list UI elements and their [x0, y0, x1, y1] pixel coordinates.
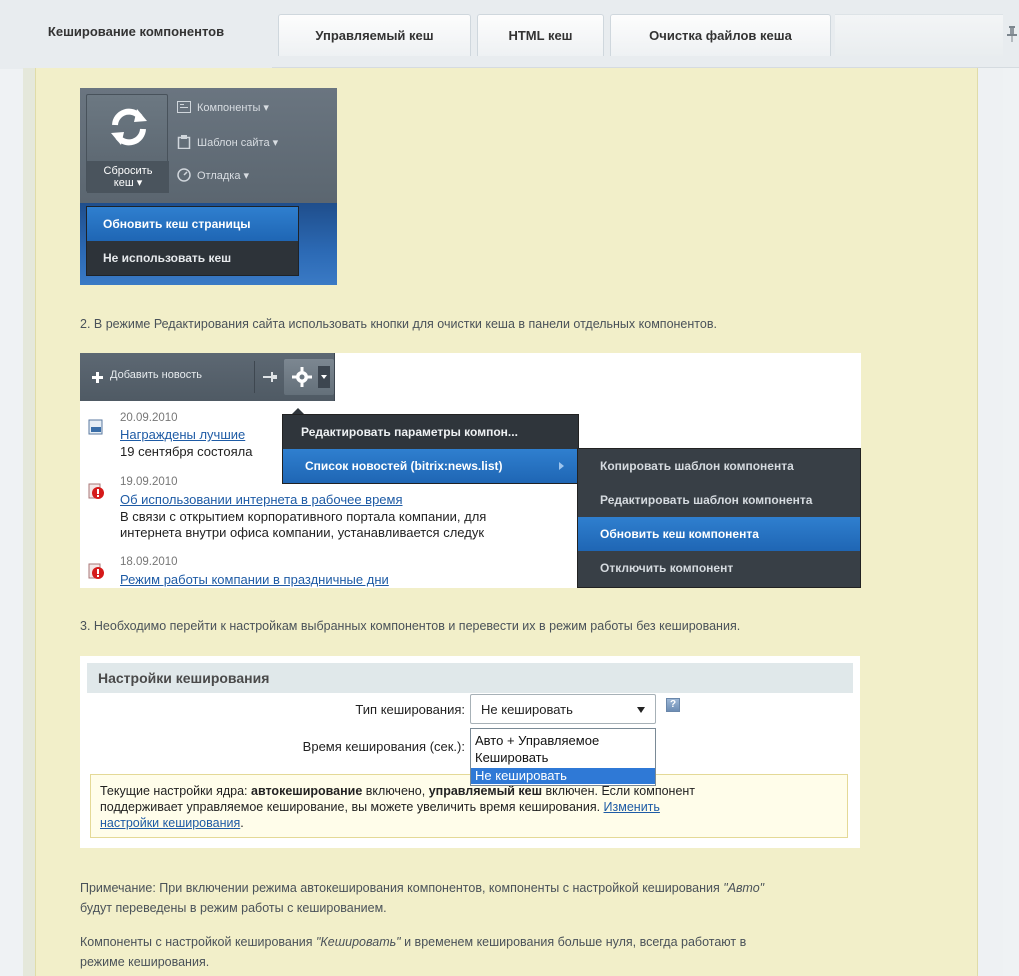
tab-managed-cache[interactable]: Управляемый кеш — [278, 14, 471, 56]
components-menu[interactable]: Компоненты ▾ — [197, 101, 269, 114]
component-panel-screenshot: Добавить новость 20.09.2010 Награждены л… — [80, 353, 861, 588]
news-list-item[interactable]: Список новостей (bitrix:news.list) — [283, 449, 578, 483]
site-template-menu[interactable]: Шаблон сайта ▾ — [197, 136, 278, 149]
tab-bar: Кеширование компонентов Управляемый кеш … — [0, 0, 1019, 69]
news-preview: интернета внутри офиса компании, устанав… — [120, 525, 485, 540]
template-icon — [177, 135, 191, 149]
tab-html-cache[interactable]: HTML кеш — [477, 14, 604, 56]
cache-settings-screenshot: Настройки кеширования Тип кеширования: Н… — [80, 656, 860, 848]
chevron-down-icon — [637, 707, 645, 713]
copy-template-item[interactable]: Копировать шаблон компонента — [578, 449, 860, 483]
note-text: режиме кеширования. — [80, 955, 210, 969]
chevron-right-icon — [559, 462, 564, 470]
news-preview: В связи с открытием корпоративного порта… — [120, 509, 487, 524]
pin-icon[interactable] — [263, 371, 277, 383]
tab-clear-cache-files[interactable]: Очистка файлов кеша — [610, 14, 831, 56]
news-title-link[interactable]: Режим работы компании в праздничные дни — [120, 572, 389, 587]
option-auto-managed[interactable]: Авто + Управляемое — [471, 733, 655, 749]
components-icon — [177, 101, 191, 113]
note-auto-cache: Примечание: При включении режима автокеш… — [80, 878, 764, 918]
help-icon[interactable]: ? — [666, 698, 680, 712]
news-list-label: Список новостей (bitrix:news.list) — [305, 459, 503, 473]
note-text: Текущие настройки ядра: — [100, 784, 251, 798]
component-submenu: Копировать шаблон компонента Редактирова… — [577, 448, 861, 588]
edit-component-params-item[interactable]: Редактировать параметры компон... — [283, 415, 578, 449]
debug-menu[interactable]: Отладка ▾ — [197, 169, 249, 182]
note-text: Компоненты с настройкой кеширования — [80, 935, 316, 949]
right-gutter — [978, 68, 1003, 976]
cache-dropdown: Обновить кеш страницы Не использовать ке… — [86, 206, 299, 276]
change-settings-link[interactable]: настройки кеширования — [100, 816, 240, 830]
news-preview: 19 сентября состояла — [120, 444, 253, 459]
settings-header: Настройки кеширования — [87, 663, 853, 693]
note-text: включено, — [362, 784, 429, 798]
note-bold: автокеширование — [251, 784, 363, 798]
cache-time-label: Время кеширования (сек.): — [302, 739, 465, 754]
chevron-down-icon[interactable] — [318, 366, 330, 388]
note-text: поддерживает управляемое кеширование, вы… — [100, 800, 604, 814]
note-italic: "Авто" — [723, 881, 765, 895]
news-doc-icon — [88, 419, 103, 435]
debug-icon — [177, 168, 191, 182]
toolbar-divider — [254, 361, 255, 393]
note-bold: управляемый кеш — [428, 784, 543, 798]
cache-type-value: Не кешировать — [481, 702, 573, 717]
plus-icon — [92, 372, 103, 383]
component-toolbar: Добавить новость — [80, 353, 335, 401]
kernel-settings-note: Текущие настройки ядра: автокеширование … — [90, 774, 848, 838]
change-settings-link[interactable]: Изменить — [604, 800, 660, 814]
step-3-text: 3. Необходимо перейти к настройкам выбра… — [80, 619, 741, 633]
component-context-menu: Редактировать параметры компон... Список… — [282, 414, 579, 484]
cache-type-select[interactable]: Не кешировать — [470, 694, 656, 724]
option-cache[interactable]: Кешировать — [471, 750, 655, 766]
news-date: 19.09.2010 — [120, 476, 178, 488]
cache-type-label: Тип кеширования: — [355, 702, 465, 717]
cache-panel-screenshot: Сбросить кеш ▾ Компоненты ▾ Шаблон сайта… — [80, 88, 337, 285]
refresh-page-cache-item[interactable]: Обновить кеш страницы — [87, 207, 298, 241]
option-no-cache[interactable]: Не кешировать — [471, 768, 655, 784]
add-news-button[interactable]: Добавить новость — [110, 369, 202, 381]
tab-bar-filler — [835, 14, 1003, 56]
disable-cache-item[interactable]: Не использовать кеш — [87, 241, 298, 275]
disable-component-item[interactable]: Отключить компонент — [578, 551, 860, 585]
alert-icon — [88, 483, 104, 499]
alert-icon — [88, 563, 104, 579]
news-date: 20.09.2010 — [120, 412, 178, 424]
note-text: Примечание: При включении режима автокеш… — [80, 881, 724, 895]
note-italic: "Кешировать" — [316, 935, 401, 949]
note-text: и временем кеширования больше нуля, всег… — [400, 935, 747, 949]
refresh-component-cache-item[interactable]: Обновить кеш компонента — [578, 517, 860, 551]
reset-cache-button[interactable]: Сбросить кеш ▾ — [86, 94, 169, 193]
tab-component-caching[interactable]: Кеширование компонентов — [0, 0, 272, 69]
edit-template-item[interactable]: Редактировать шаблон компонента — [578, 483, 860, 517]
news-date: 18.09.2010 — [120, 556, 178, 568]
cache-type-options: Авто + Управляемое Кешировать Не кеширов… — [470, 728, 656, 786]
step-2-text: 2. В режиме Редактирования сайта использ… — [80, 317, 717, 331]
note-text: . — [240, 816, 244, 830]
note-text: включен. Если компонент — [542, 784, 696, 798]
component-settings-button[interactable] — [284, 359, 334, 395]
news-title-link[interactable]: Награждены лучшие — [120, 427, 245, 442]
pin-icon[interactable] — [1007, 26, 1017, 42]
news-title-link[interactable]: Об использовании интернета в рабочее вре… — [120, 492, 403, 507]
reset-cache-label: Сбросить кеш ▾ — [87, 161, 169, 193]
note-cache-components: Компоненты с настройкой кеширования "Кеш… — [80, 932, 746, 972]
gear-icon — [292, 367, 312, 387]
refresh-icon — [111, 108, 147, 146]
note-text: будут переведены в режим работы с кеширо… — [80, 901, 387, 915]
